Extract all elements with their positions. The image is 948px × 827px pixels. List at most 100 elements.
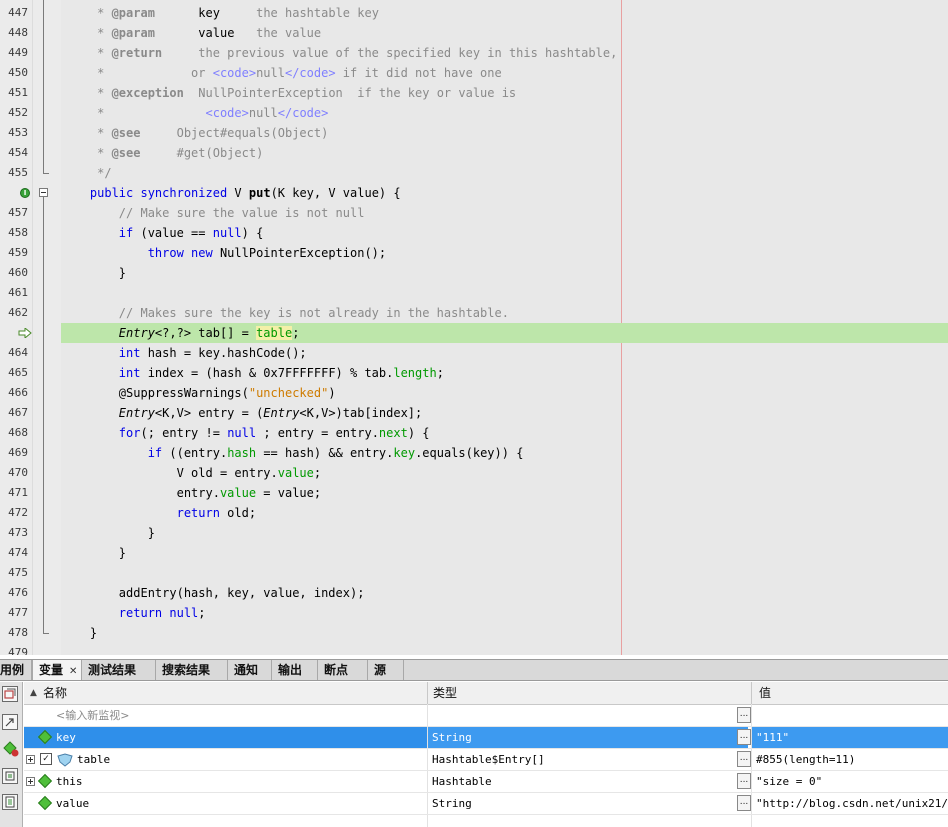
code-line[interactable]: 458 if (value == null) {	[0, 223, 948, 243]
code-line[interactable]: 450 * or <code>null</code> if it did not…	[0, 63, 948, 83]
code-text[interactable]: * or <code>null</code> if it did not hav…	[61, 63, 502, 83]
code-text[interactable]: Entry<K,V> entry = (Entry<K,V>)tab[index…	[61, 403, 422, 423]
variable-name-cell[interactable]: this	[24, 771, 427, 792]
code-line[interactable]: 478 }	[0, 623, 948, 643]
code-line[interactable]: 475	[0, 563, 948, 583]
code-line[interactable]: 457 // Make sure the value is not null	[0, 203, 948, 223]
code-text[interactable]: addEntry(hash, key, value, index);	[61, 583, 365, 603]
variable-row[interactable]: this Hashtable... "size = 0"	[24, 771, 948, 793]
code-line[interactable]: 451 * @exception NullPointerException if…	[0, 83, 948, 103]
code-text[interactable]: Entry<?,?> tab[] = table;	[61, 323, 299, 343]
code-line[interactable]: 469 if ((entry.hash == hash) && entry.ke…	[0, 443, 948, 463]
new-watch-placeholder[interactable]: <输入新监视>	[56, 705, 129, 727]
code-text[interactable]: }	[61, 263, 126, 283]
code-text[interactable]: * @return the previous value of the spec…	[61, 43, 617, 63]
line-number[interactable]: 458	[0, 223, 28, 243]
line-number[interactable]: 448	[0, 23, 28, 43]
line-number[interactable]: 476	[0, 583, 28, 603]
code-text[interactable]: * @param value the value	[61, 23, 321, 43]
code-line[interactable]: 470 V old = entry.value;	[0, 463, 948, 483]
line-number[interactable]: 461	[0, 283, 28, 303]
code-line[interactable]: 452 * <code>null</code>	[0, 103, 948, 123]
line-number[interactable]: 474	[0, 543, 28, 563]
variable-value[interactable]: #855(length=11)	[752, 749, 948, 770]
line-number[interactable]: 455	[0, 163, 28, 183]
line-number[interactable]: 450	[0, 63, 28, 83]
code-line[interactable]: 462 // Makes sure the key is not already…	[0, 303, 948, 323]
code-text[interactable]: */	[61, 163, 111, 183]
code-text[interactable]: * @see #get(Object)	[61, 143, 263, 163]
code-line[interactable]: 465 int index = (hash & 0x7FFFFFFF) % ta…	[0, 363, 948, 383]
column-separator[interactable]	[751, 682, 752, 704]
line-number[interactable]: 469	[0, 443, 28, 463]
code-line[interactable]: 459 throw new NullPointerException();	[0, 243, 948, 263]
code-text[interactable]: return old;	[61, 503, 256, 523]
code-line[interactable]: 473 }	[0, 523, 948, 543]
line-number[interactable]: 454	[0, 143, 28, 163]
line-number[interactable]: 470	[0, 463, 28, 483]
variable-row[interactable]: ✓ table Hashtable$Entry[]... #855(length=11…	[24, 749, 948, 771]
variable-name-cell[interactable]: value	[24, 793, 427, 814]
clipboard-icon[interactable]	[2, 794, 18, 810]
code-text[interactable]: int index = (hash & 0x7FFFFFFF) % tab.le…	[61, 363, 444, 383]
code-text[interactable]: * @exception NullPointerException if the…	[61, 83, 516, 103]
tab-0[interactable]: 用例	[0, 660, 32, 680]
code-line[interactable]: 466 @SuppressWarnings("unchecked")	[0, 383, 948, 403]
implements-method-icon[interactable]: I	[20, 188, 30, 198]
variable-value[interactable]: "http://blog.csdn.net/unix21/"	[752, 793, 948, 814]
code-text[interactable]: public synchronized V put(K key, V value…	[61, 183, 401, 203]
line-number[interactable]: 479	[0, 643, 28, 655]
expand-icon[interactable]	[26, 777, 35, 786]
line-number[interactable]: 478	[0, 623, 28, 643]
fold-toggle-icon[interactable]	[39, 188, 48, 197]
line-number[interactable]: 477	[0, 603, 28, 623]
code-editor[interactable]: 447 * @param key the hashtable key 448 * …	[0, 0, 948, 655]
new-watch-row[interactable]: <输入新监视> ...	[24, 705, 948, 727]
tab-3[interactable]: 搜索结果	[156, 660, 228, 680]
code-text[interactable]: return null;	[61, 603, 206, 623]
code-text[interactable]: if ((entry.hash == hash) && entry.key.eq…	[61, 443, 524, 463]
tab-6[interactable]: 断点	[318, 660, 368, 680]
code-line[interactable]: I public synchronized V put(K key, V val…	[0, 183, 948, 203]
variable-row[interactable]: key String... "111"	[24, 727, 948, 749]
tab-1[interactable]: 变量 ✕	[32, 660, 82, 680]
ellipsis-button[interactable]: ...	[737, 729, 751, 745]
line-number[interactable]: 452	[0, 103, 28, 123]
line-number[interactable]: 449	[0, 43, 28, 63]
ellipsis-button[interactable]: ...	[737, 707, 751, 723]
expand-icon[interactable]	[26, 755, 35, 764]
sort-arrow-icon[interactable]: ▲	[30, 682, 37, 704]
variable-value[interactable]: "111"	[752, 727, 948, 748]
add-watch-icon[interactable]	[2, 740, 19, 757]
code-text[interactable]: if (value == null) {	[61, 223, 264, 243]
code-text[interactable]: * <code>null</code>	[61, 103, 328, 123]
code-line[interactable]: 477 return null;	[0, 603, 948, 623]
code-line[interactable]: 454 * @see #get(Object)	[0, 143, 948, 163]
tab-4[interactable]: 通知	[228, 660, 272, 680]
code-text[interactable]: }	[61, 523, 155, 543]
column-value[interactable]: 值	[759, 682, 771, 704]
ellipsis-button[interactable]: ...	[737, 751, 751, 767]
line-number[interactable]: 459	[0, 243, 28, 263]
line-number[interactable]: 453	[0, 123, 28, 143]
code-line[interactable]: 455 */	[0, 163, 948, 183]
tab-5[interactable]: 输出	[272, 660, 318, 680]
code-text[interactable]: }	[61, 623, 97, 643]
code-line[interactable]: 453 * @see Object#equals(Object)	[0, 123, 948, 143]
variable-row[interactable]: value String... "http://blog.csdn.net/unix…	[24, 793, 948, 815]
code-line[interactable]: 464 int hash = key.hashCode();	[0, 343, 948, 363]
line-number[interactable]: 451	[0, 83, 28, 103]
code-text[interactable]: throw new NullPointerException();	[61, 243, 386, 263]
line-number[interactable]: 465	[0, 363, 28, 383]
line-number[interactable]: 447	[0, 3, 28, 23]
line-number[interactable]: 464	[0, 343, 28, 363]
tab-7[interactable]: 源	[368, 660, 404, 680]
code-line[interactable]: 468 for(; entry != null ; entry = entry.…	[0, 423, 948, 443]
line-number[interactable]: 460	[0, 263, 28, 283]
close-tab-icon[interactable]: ✕	[69, 666, 77, 677]
code-line[interactable]: 474 }	[0, 543, 948, 563]
variable-name-cell[interactable]: ✓ table	[24, 749, 427, 770]
step-icon[interactable]	[2, 714, 18, 730]
ellipsis-button[interactable]: ...	[737, 773, 751, 789]
code-text[interactable]: }	[61, 543, 126, 563]
